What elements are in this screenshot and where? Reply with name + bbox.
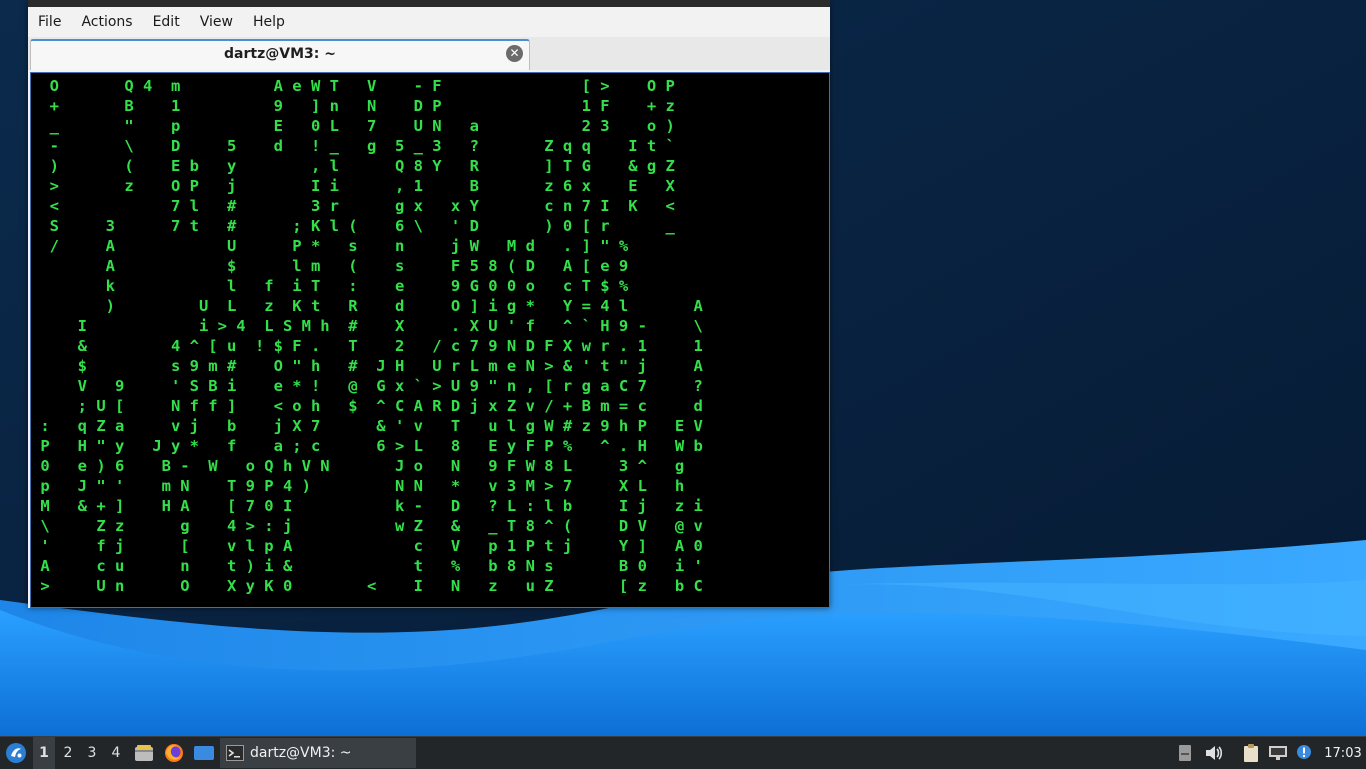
update-notification-icon: [1297, 745, 1311, 759]
clipboard-icon: [1244, 744, 1258, 762]
workspace-3[interactable]: 3: [81, 737, 103, 769]
taskbar: 1 2 3 4 dartz@VM3: ~ 17:03: [0, 736, 1366, 769]
tray-notifications[interactable]: [1294, 737, 1314, 769]
tray-clipboard[interactable]: [1240, 737, 1262, 769]
desktop-icon: [194, 746, 214, 760]
taskbar-terminal-task[interactable]: dartz@VM3: ~: [220, 738, 416, 768]
tab-bar: dartz@VM3: ~ ✕: [28, 37, 830, 70]
app-menu-icon: [6, 743, 26, 763]
matrix-rain-text: O Q 4 m A e W T V - F [ > O P + B 1 9 ] …: [40, 77, 703, 595]
task-label: dartz@VM3: ~: [250, 745, 352, 761]
volume-icon: [1206, 746, 1223, 760]
tray-network[interactable]: [1267, 737, 1289, 769]
show-desktop-launcher[interactable]: [192, 737, 216, 769]
tray-volume[interactable]: [1203, 737, 1225, 769]
network-icon: [1269, 746, 1287, 760]
firefox-icon: [165, 744, 183, 762]
terminal-window[interactable]: File Actions Edit View Help dartz@VM3: ~…: [28, 0, 830, 608]
close-icon[interactable]: ✕: [506, 45, 523, 62]
firefox-launcher[interactable]: [163, 737, 185, 769]
menu-bar: File Actions Edit View Help: [28, 7, 830, 37]
workspace-4[interactable]: 4: [105, 737, 127, 769]
menu-help[interactable]: Help: [243, 14, 295, 30]
tab-title: dartz@VM3: ~: [224, 46, 336, 62]
tray-storage[interactable]: [1176, 737, 1194, 769]
terminal-output[interactable]: O Q 4 m A e W T V - F [ > O P + B 1 9 ] …: [30, 72, 830, 608]
clock[interactable]: 17:03: [1322, 737, 1364, 769]
menu-file[interactable]: File: [28, 14, 71, 30]
menu-actions[interactable]: Actions: [71, 14, 142, 30]
menu-edit[interactable]: Edit: [143, 14, 190, 30]
terminal-icon: [226, 745, 244, 761]
terminal-tab[interactable]: dartz@VM3: ~ ✕: [30, 39, 530, 70]
workspace-2[interactable]: 2: [57, 737, 79, 769]
start-menu-button[interactable]: [4, 737, 28, 769]
file-manager-icon: [135, 745, 153, 761]
storage-icon: [1179, 745, 1191, 761]
file-manager-launcher[interactable]: [133, 737, 155, 769]
menu-view[interactable]: View: [190, 14, 243, 30]
workspace-1[interactable]: 1: [33, 737, 55, 769]
window-titlebar[interactable]: [28, 0, 830, 7]
